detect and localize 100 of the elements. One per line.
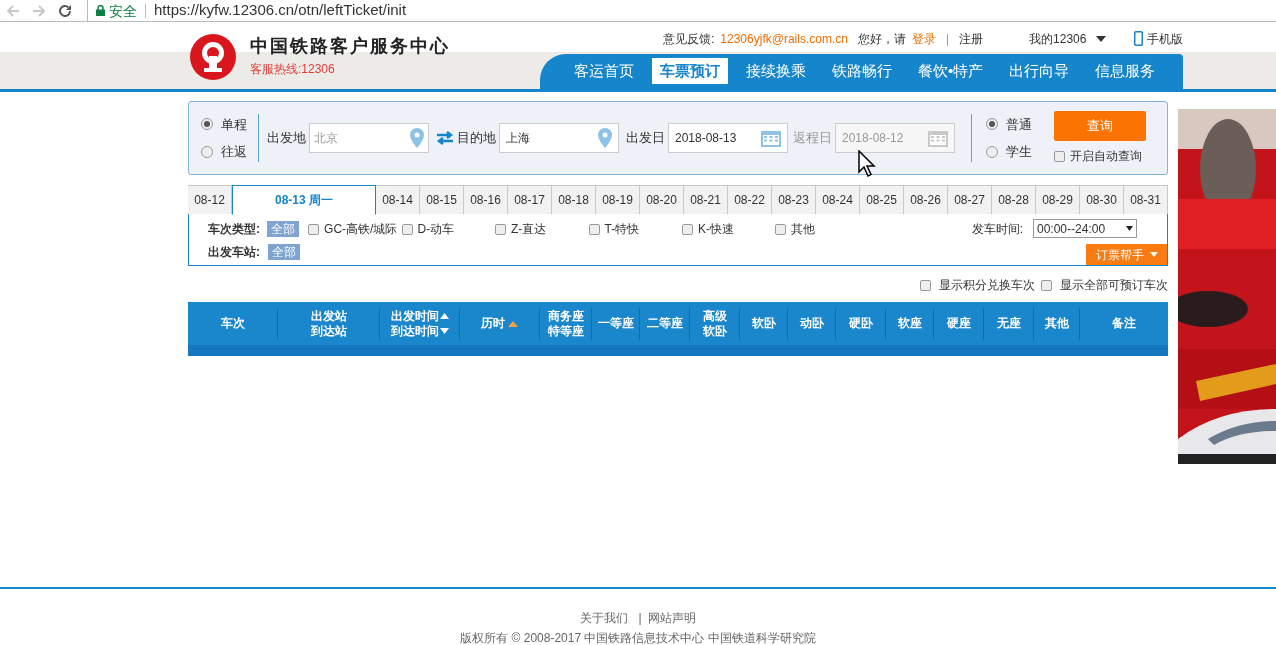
checkbox-label: 显示全部可预订车次 (1060, 277, 1168, 294)
column-header: 出发站 到达站 (278, 307, 380, 340)
radio-label: 单程 (221, 115, 247, 134)
nav-item[interactable]: 信息服务 (1087, 58, 1164, 85)
location-pin-icon (410, 128, 424, 148)
time-select[interactable]: 00:00--24:00 (1033, 219, 1137, 238)
date-tab[interactable]: 08-20 (640, 185, 684, 214)
nav-item[interactable]: 接续换乘 (738, 58, 814, 85)
reload-icon[interactable] (58, 3, 72, 18)
column-header: 备注 (1111, 315, 1137, 332)
date-tab[interactable]: 08-27 (948, 185, 992, 214)
greeting-text: 您好，请 (857, 30, 906, 48)
mobile-link[interactable]: 手机版 (1134, 29, 1184, 48)
radio-label: 学生 (1006, 143, 1032, 161)
field-label: 出发地 (267, 129, 306, 148)
checkbox[interactable] (588, 223, 600, 235)
separator: | (945, 30, 950, 48)
date-tab[interactable]: 08-28 (992, 185, 1036, 214)
date-tab[interactable]: 08-17 (508, 185, 552, 214)
checkbox-label: K-快速 (698, 221, 734, 238)
column-header: 硬卧 (836, 307, 886, 340)
date-tab[interactable]: 08-21 (684, 185, 728, 214)
checkbox-label: D-动车 (417, 221, 455, 238)
checkbox-label: 其他 (791, 221, 816, 238)
checkbox[interactable] (775, 223, 787, 235)
field-label: 出发日 (626, 129, 665, 148)
column-header: 动卧 (788, 307, 836, 340)
checkbox[interactable] (401, 223, 413, 235)
date-tab[interactable]: 08-29 (1036, 185, 1080, 214)
column-header: 软座 (886, 307, 934, 340)
date-tab[interactable]: 08-13 周一 (232, 185, 376, 215)
checkbox-label: 开启自动查询 (1070, 148, 1142, 165)
calendar-icon (928, 129, 948, 147)
column-header: 商务座 特等座 (540, 307, 592, 340)
column-header[interactable]: 历时 (460, 307, 540, 340)
date-field[interactable]: 2018-08-13 (668, 123, 788, 153)
radio-button[interactable] (201, 145, 213, 158)
checkbox[interactable] (308, 223, 320, 235)
date-tab[interactable]: 08-30 (1080, 185, 1124, 214)
date-tab[interactable]: 08-25 (860, 185, 904, 214)
radio-button[interactable] (986, 145, 998, 158)
register-link[interactable]: 注册 (959, 29, 984, 48)
my-account-link[interactable]: 我的12306 (1029, 29, 1107, 48)
date-tab[interactable]: 08-24 (816, 185, 860, 214)
cursor-icon (858, 150, 876, 178)
forward-icon[interactable] (32, 3, 46, 18)
hotline-text: 客服热线:12306 (250, 61, 336, 78)
radio-button[interactable] (201, 118, 213, 131)
column-header: 软卧 (740, 307, 788, 340)
checkbox[interactable] (1041, 279, 1052, 291)
caret-icon (1149, 252, 1158, 257)
address-bar[interactable]: 安全 https://kyfw.12306.cn/otn/leftTicket/init (87, 0, 1276, 22)
railway-logo-icon (190, 33, 236, 80)
site-title: 中国铁路客户服务中心 (250, 35, 450, 57)
checkbox-label: T-特快 (604, 221, 640, 238)
to-station-field[interactable]: 上海 (499, 123, 619, 153)
date-tab[interactable]: 08-14 (376, 185, 420, 214)
date-tab[interactable]: 08-18 (552, 185, 596, 214)
column-header[interactable]: 出发时间 到达时间 (380, 307, 460, 340)
column-header: 车次 (188, 307, 278, 340)
nav-item[interactable]: 餐饮•特产 (910, 58, 992, 85)
phone-icon (1134, 31, 1144, 47)
url-text: https://kyfw.12306.cn/otn/leftTicket/init (153, 0, 407, 21)
filter-label: 发车时间: (971, 220, 1023, 238)
column-header: 其他 (1034, 307, 1080, 340)
nav-item[interactable]: 客运首页 (566, 58, 642, 85)
separator: | (638, 612, 642, 624)
checkbox[interactable] (1054, 150, 1065, 162)
checkbox[interactable] (495, 223, 506, 235)
footer-link[interactable]: 网站声明 (647, 612, 696, 624)
column-header: 硬座 (934, 307, 984, 340)
copyright-text: 版权所有 © 2008-2017 中国铁路信息技术中心 中国铁道科学研究院 (460, 632, 816, 644)
nav-item[interactable]: 铁路畅行 (824, 58, 900, 85)
field-label: 返程日 (793, 129, 832, 148)
checkbox[interactable] (920, 279, 931, 291)
date-tab[interactable]: 08-31 (1124, 185, 1168, 214)
calendar-icon (761, 129, 781, 147)
footer-link[interactable]: 关于我们 (580, 612, 629, 624)
caret-icon (1096, 35, 1107, 42)
nav-item[interactable]: 车票预订 (652, 58, 728, 85)
feedback-label: 意见反馈: (663, 30, 715, 48)
checkbox[interactable] (682, 223, 693, 235)
security-label: 安全 (109, 3, 146, 18)
date-tab[interactable]: 08-19 (596, 185, 640, 214)
radio-button[interactable] (986, 118, 998, 131)
sort-down-icon (439, 328, 449, 334)
date-tab[interactable]: 08-26 (904, 185, 948, 214)
date-tab[interactable]: 08-23 (772, 185, 816, 214)
date-tab[interactable]: 08-12 (188, 185, 232, 214)
column-header: 无座 (984, 307, 1034, 340)
sort-up-icon (439, 313, 449, 319)
checkbox-label: 显示积分兑换车次 (939, 277, 1035, 294)
lock-icon (96, 5, 105, 16)
date-tab[interactable]: 08-15 (420, 185, 464, 214)
date-tab[interactable]: 08-22 (728, 185, 772, 214)
date-tab[interactable]: 08-16 (464, 185, 508, 214)
filter-label: 出发车站: (208, 244, 261, 261)
swap-icon[interactable] (436, 131, 454, 145)
back-icon[interactable] (6, 3, 20, 18)
nav-item[interactable]: 出行向导 (1001, 58, 1078, 85)
